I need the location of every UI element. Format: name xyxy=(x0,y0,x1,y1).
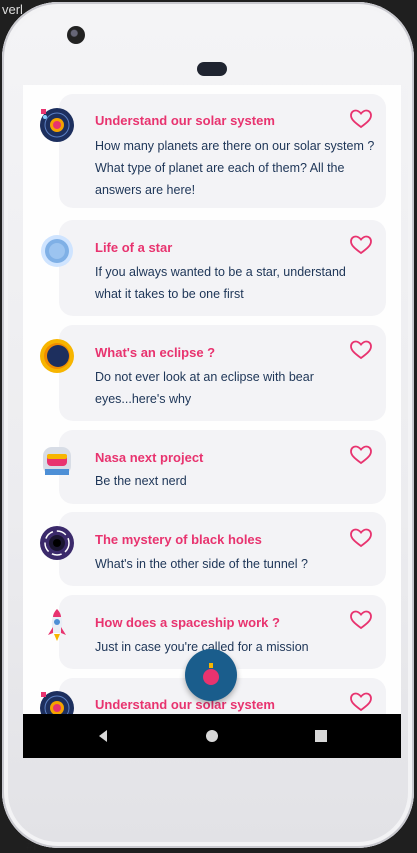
topic-description: Do not ever look at an eclipse with bear… xyxy=(95,370,314,406)
topic-title: What's an eclipse ? xyxy=(95,345,216,360)
favorite-heart-icon[interactable] xyxy=(349,528,373,548)
star-icon xyxy=(41,235,73,267)
app-screen: Understand our solar system How many pla… xyxy=(23,85,401,714)
floating-action-button[interactable] xyxy=(185,649,237,701)
topic-title: Nasa next project xyxy=(95,450,204,465)
favorite-heart-icon[interactable] xyxy=(349,109,373,129)
topic-description: Just in case you're called for a mission xyxy=(95,640,309,654)
black-hole-icon xyxy=(40,526,74,560)
topic-description: How many planets are there on our solar … xyxy=(95,139,375,197)
favorite-heart-icon[interactable] xyxy=(349,340,373,360)
topic-title: Life of a star xyxy=(95,240,173,255)
topic-description: If you always wanted to be a star, under… xyxy=(95,265,346,301)
recents-icon[interactable] xyxy=(313,728,329,744)
earpiece-speaker xyxy=(197,62,227,76)
android-navigation-bar xyxy=(23,714,401,758)
topic-title: Understand our solar system xyxy=(95,697,275,712)
topic-title: How does a spaceship work ? xyxy=(95,615,280,630)
rocket-icon xyxy=(48,609,66,641)
phone-frame: Understand our solar system How many pla… xyxy=(2,2,414,848)
topic-title: Understand our solar system xyxy=(95,113,275,128)
solar-system-icon xyxy=(40,108,74,142)
topic-description: What's in the other side of the tunnel ? xyxy=(95,557,308,571)
home-icon[interactable] xyxy=(204,728,220,744)
favorite-heart-icon[interactable] xyxy=(349,692,373,712)
eclipse-icon xyxy=(40,339,74,373)
front-camera xyxy=(67,26,85,44)
favorite-heart-icon[interactable] xyxy=(349,235,373,255)
favorite-heart-icon[interactable] xyxy=(349,610,373,630)
topic-description: Be the next nerd xyxy=(95,474,187,488)
solar-system-icon xyxy=(40,691,74,714)
topic-card-nasa[interactable] xyxy=(59,430,386,504)
favorite-heart-icon[interactable] xyxy=(349,445,373,465)
back-icon[interactable] xyxy=(95,728,111,744)
planet-icon xyxy=(203,663,219,685)
astronaut-helmet-icon xyxy=(43,447,71,475)
topic-title: The mystery of black holes xyxy=(95,532,262,547)
